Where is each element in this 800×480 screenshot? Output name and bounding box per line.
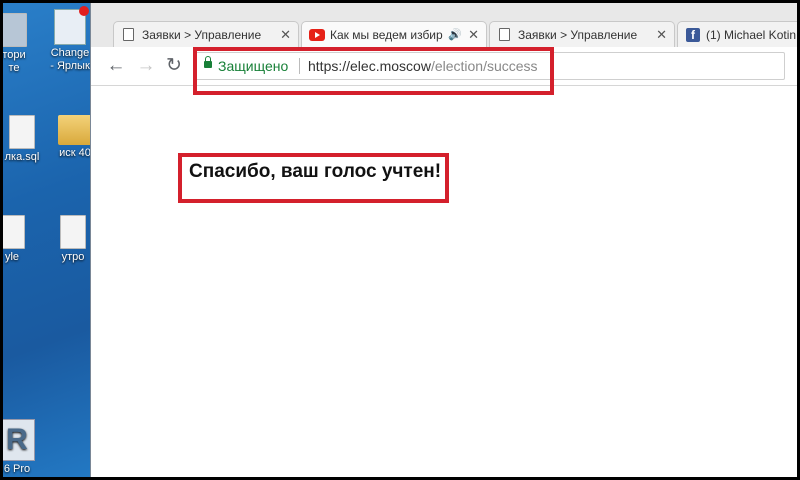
desktop-icon-label: утро [61, 251, 85, 263]
tab-requests-1[interactable]: Заявки > Управление ✕ [113, 21, 299, 47]
tab-requests-2[interactable]: Заявки > Управление ✕ [489, 21, 675, 47]
sql-file-icon [9, 115, 35, 149]
tab-youtube[interactable]: Как мы ведем избир 🔊 ✕ [301, 21, 487, 47]
shortcut-icon [54, 6, 89, 45]
tab-title: Заявки > Управление [518, 28, 638, 42]
document-icon [3, 13, 27, 47]
tab-title: (1) Michael Kotin [706, 28, 797, 42]
folder-icon [58, 115, 92, 145]
close-icon[interactable]: ✕ [468, 22, 479, 47]
desktop-icon-label: тори те [3, 49, 26, 74]
desktop-icon-label: 6 Pro [3, 463, 31, 475]
tab-title: Как мы ведем избир [330, 28, 443, 42]
close-icon[interactable]: ✕ [656, 22, 667, 47]
desktop-icon-1[interactable]: тори те [3, 13, 31, 75]
close-icon[interactable]: ✕ [280, 22, 291, 47]
highlight-box-url [193, 47, 554, 95]
desktop-icon-7[interactable]: R 6 Pro [3, 419, 37, 476]
screenshot-frame: тори те Change - Ярлык лка.sql иск 40 yl… [3, 3, 797, 477]
document-icon [3, 215, 25, 249]
speaker-icon[interactable]: 🔊 [448, 22, 462, 47]
desktop-icon-5[interactable]: yle [3, 215, 27, 264]
page-icon [123, 28, 134, 41]
youtube-icon [309, 29, 325, 41]
highlight-box-message [178, 153, 449, 203]
back-button[interactable]: ← [103, 53, 129, 79]
tab-facebook[interactable]: f (1) Michael Kotin [677, 21, 797, 47]
text-file-icon [60, 215, 86, 249]
tab-strip: Заявки > Управление ✕ Как мы ведем избир… [91, 3, 797, 47]
reload-button[interactable]: ↻ [161, 53, 187, 79]
page-icon [499, 28, 510, 41]
tab-title: Заявки > Управление [142, 28, 262, 42]
desktop: тори те Change - Ярлык лка.sql иск 40 yl… [3, 3, 98, 477]
page-content: Спасибо, ваш голос учтен! [91, 86, 797, 477]
browser-window: Заявки > Управление ✕ Как мы ведем избир… [90, 3, 797, 477]
desktop-icon-3[interactable]: лка.sql [3, 115, 47, 164]
facebook-icon: f [686, 28, 700, 42]
forward-button[interactable]: → [133, 53, 159, 79]
desktop-icon-6[interactable]: утро [53, 215, 93, 264]
desktop-icon-label: yle [4, 251, 20, 263]
r-app-icon: R [3, 419, 35, 461]
desktop-icon-label: лка.sql [4, 151, 40, 163]
